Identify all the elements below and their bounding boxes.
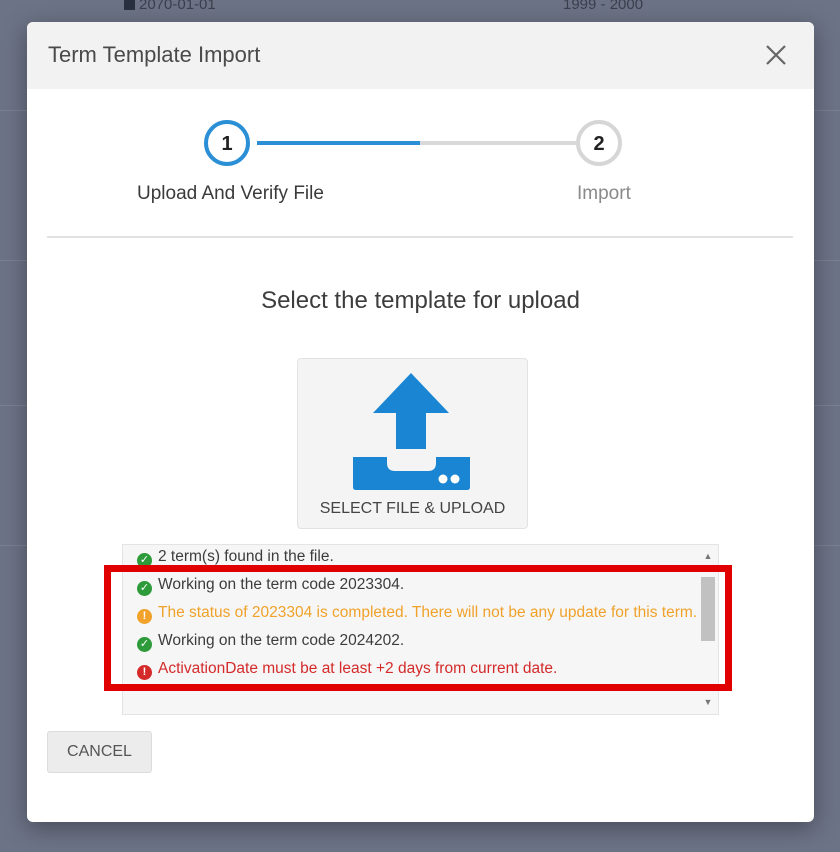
upload-tray-icon [353,373,470,490]
select-file-upload-button[interactable]: SELECT FILE & UPLOAD [297,358,528,529]
scroll-thumb[interactable] [701,577,715,641]
step-1-label: Upload And Verify File [137,183,324,204]
log-line: ! The status of 2023304 is completed. The… [137,599,699,627]
scroll-down-arrow-icon[interactable]: ▼ [701,695,715,709]
log-line: ✓ Working on the term code 2024202. [137,627,699,655]
dialog-title: Term Template Import [48,42,261,67]
stepper-divider [47,236,793,238]
scroll-up-arrow-icon[interactable]: ▲ [701,549,715,563]
log-line-text: ActivationDate must be at least +2 days … [158,660,558,677]
dialog-header: Term Template Import [27,22,814,89]
log-line-text: Working on the term code 2024202. [158,632,405,649]
term-template-import-dialog: Term Template Import 1 2 Upload And Veri… [27,22,814,822]
check-circle-icon: ✓ [137,581,152,596]
background-marker-icon [124,0,135,10]
exclamation-circle-icon: ! [137,665,152,680]
background-date-text: 2070-01-01 [124,0,216,13]
cancel-button[interactable]: CANCEL [47,731,152,773]
upload-log-panel[interactable]: ✓ 2 term(s) found in the file. ✓ Working o… [122,544,719,715]
stepper-progress-remaining [420,141,602,145]
step-2-label: Import [577,183,631,204]
upload-heading: Select the template for upload [261,287,580,314]
log-line: ✓ Working on the term code 2023304. [137,571,699,599]
exclamation-circle-icon: ! [137,609,152,624]
log-line-text: The status of 2023304 is completed. Ther… [158,604,698,621]
log-scrollbar[interactable]: ▲ ▼ [698,545,718,714]
background-left-text: 2070-01-01 [139,0,216,13]
select-file-upload-label: SELECT FILE & UPLOAD [319,500,506,517]
check-circle-icon: ✓ [137,553,152,568]
log-line-text: Working on the term code 2023304. [158,576,405,593]
step-2-indicator: 2 [576,120,622,166]
check-circle-icon: ✓ [137,637,152,652]
log-line-text: 2 term(s) found in the file. [158,548,334,565]
log-line: ! ActivationDate must be at least +2 days… [137,655,699,683]
close-button[interactable] [763,42,789,68]
step-1-indicator: 1 [204,120,250,166]
log-line: ✓ 2 term(s) found in the file. [137,545,699,571]
close-icon [766,45,786,65]
stepper-progress-complete [257,141,420,145]
upload-log-list: ✓ 2 term(s) found in the file. ✓ Working o… [137,548,699,683]
background-range-text: 1999 - 2000 [563,0,644,13]
